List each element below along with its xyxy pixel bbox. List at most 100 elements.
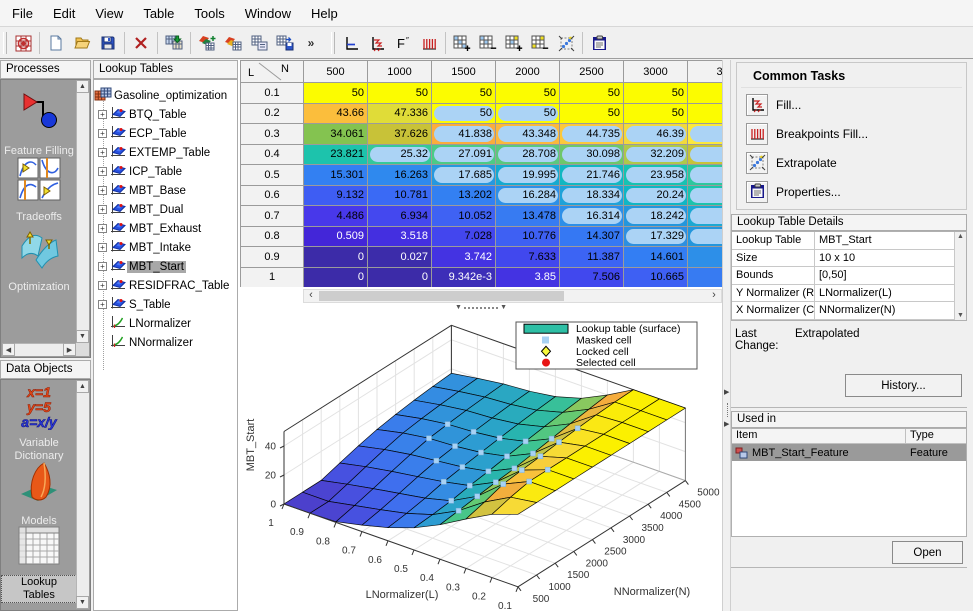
tree-item-mbt_base[interactable]: +MBT_Base xyxy=(94,181,237,200)
scroll-down-icon[interactable]: ▼ xyxy=(76,596,89,609)
table-cell[interactable]: 7.028 xyxy=(432,227,496,248)
table-export-icon[interactable] xyxy=(272,30,298,56)
open-button[interactable]: Open xyxy=(892,541,963,564)
table-cell[interactable]: 50 xyxy=(560,83,624,104)
menu-tools[interactable]: Tools xyxy=(184,2,234,25)
fill-axis-icon[interactable] xyxy=(364,30,390,56)
tree-item-s_table[interactable]: +S_Table xyxy=(94,295,237,314)
row-header-0.9[interactable]: 0.9 xyxy=(241,247,304,268)
table-cell[interactable] xyxy=(688,104,722,125)
open-icon[interactable] xyxy=(69,30,95,56)
column-header-2500[interactable]: 2500 xyxy=(560,61,624,83)
table-cell[interactable]: 3.518 xyxy=(368,227,432,248)
table-cell[interactable]: 23.958 xyxy=(624,165,688,186)
table-cell[interactable]: 43.348 xyxy=(496,124,560,145)
menu-window[interactable]: Window xyxy=(235,2,301,25)
table-cell[interactable]: 0.027 xyxy=(368,247,432,268)
column-header-1500[interactable]: 1500 xyxy=(432,61,496,83)
table-cell[interactable]: 50 xyxy=(496,83,560,104)
new-document-icon[interactable] xyxy=(43,30,69,56)
scroll-down-icon[interactable]: ▼ xyxy=(957,312,964,319)
table-cell[interactable]: 17.329 xyxy=(624,227,688,248)
table-cell[interactable]: 23.821 xyxy=(304,145,368,166)
table-cell[interactable]: 43.66 xyxy=(304,104,368,125)
scroll-right-icon[interactable]: ▶ xyxy=(63,343,76,356)
table-cell[interactable]: 32.209 xyxy=(624,145,688,166)
expand-icon[interactable]: + xyxy=(98,262,107,271)
sidebar-item-variable-dictionary[interactable]: x=1y=5a=x/yVariable Dictionary xyxy=(1,384,77,464)
table-cell[interactable]: 13.478 xyxy=(496,206,560,227)
function-icon[interactable]: F″ xyxy=(390,30,416,56)
fill-table-icon[interactable] xyxy=(220,30,246,56)
task-breakpoints-fill[interactable]: Breakpoints Fill... xyxy=(737,119,966,148)
collapse-right-icon[interactable]: ▶ xyxy=(724,420,729,428)
table-cell[interactable]: 50 xyxy=(368,83,432,104)
table-cell[interactable]: 18.334 xyxy=(560,186,624,207)
table-copy-icon[interactable] xyxy=(246,30,272,56)
task-fill[interactable]: Fill... xyxy=(737,90,966,119)
expand-icon[interactable]: + xyxy=(98,129,107,138)
expand-icon[interactable]: + xyxy=(98,224,107,233)
remove-mask-icon[interactable] xyxy=(475,30,501,56)
sidebar-item-feature-filling[interactable]: Feature Filling xyxy=(1,88,77,159)
remove-lock-icon[interactable] xyxy=(527,30,553,56)
table-cell[interactable]: 37.626 xyxy=(368,124,432,145)
toolbar-grip[interactable] xyxy=(3,32,7,54)
expand-icon[interactable]: + xyxy=(98,110,107,119)
table-cell[interactable]: 28.708 xyxy=(496,145,560,166)
table-cell[interactable]: 46.39 xyxy=(624,124,688,145)
breakpoints-icon[interactable] xyxy=(416,30,442,56)
tree-item-ecp_table[interactable]: +ECP_Table xyxy=(94,124,237,143)
tree-item-residfrac_table[interactable]: +RESIDFRAC_Table xyxy=(94,276,237,295)
task-extrapolate[interactable]: Extrapolate xyxy=(737,148,966,177)
table-cell[interactable]: 27.091 xyxy=(432,145,496,166)
import-data-icon[interactable] xyxy=(161,30,187,56)
table-cell[interactable]: 47.336 xyxy=(368,104,432,125)
extrapolate-icon[interactable] xyxy=(553,30,579,56)
table-cell[interactable]: 50 xyxy=(432,104,496,125)
collapse-right-icon[interactable]: ▶ xyxy=(724,388,729,396)
sidebar-item-tradeoffs[interactable]: Tradeoffs xyxy=(1,156,77,225)
table-cell[interactable] xyxy=(688,268,722,288)
menu-view[interactable]: View xyxy=(85,2,133,25)
table-cell[interactable]: 50 xyxy=(624,104,688,125)
table-cell[interactable]: 50 xyxy=(496,104,560,125)
table-cell[interactable]: 50 xyxy=(560,104,624,125)
table-cell[interactable]: 14.601 xyxy=(624,247,688,268)
sidebar-item-lookup-tables[interactable]: Lookup Tables xyxy=(1,522,77,603)
column-header-2000[interactable]: 2000 xyxy=(496,61,560,83)
table-cell[interactable]: 18.242 xyxy=(624,206,688,227)
table-cell[interactable]: 50 xyxy=(432,83,496,104)
row-header-0.4[interactable]: 0.4 xyxy=(241,145,304,166)
table-cell[interactable]: 3.742 xyxy=(432,247,496,268)
table-cell[interactable]: 3.85 xyxy=(496,268,560,288)
history-button[interactable]: History... xyxy=(845,374,962,397)
cage-icon[interactable] xyxy=(10,30,36,56)
add-mask-icon[interactable] xyxy=(449,30,475,56)
scroll-left-icon[interactable]: ◀ xyxy=(2,343,15,356)
overflow-icon[interactable]: » xyxy=(298,30,324,56)
toolbar-grip[interactable] xyxy=(331,32,335,54)
table-cell[interactable]: 19.995 xyxy=(496,165,560,186)
scroll-up-icon[interactable]: ▲ xyxy=(76,80,89,93)
table-horizontal-scrollbar[interactable]: ‹ › xyxy=(303,289,722,303)
expand-icon[interactable]: + xyxy=(98,205,107,214)
row-header-0.1[interactable]: 0.1 xyxy=(241,83,304,104)
table-cell[interactable] xyxy=(688,186,722,207)
table-cell[interactable]: 13.202 xyxy=(432,186,496,207)
scroll-up-icon[interactable]: ▲ xyxy=(76,380,89,393)
expand-icon[interactable]: + xyxy=(98,148,107,157)
table-cell[interactable]: 0 xyxy=(368,268,432,288)
column-header-3000[interactable]: 3000 xyxy=(624,61,688,83)
sidebar-item-models[interactable]: Models xyxy=(1,460,77,529)
delete-icon[interactable] xyxy=(128,30,154,56)
table-cell[interactable]: 14.307 xyxy=(560,227,624,248)
column-header-500[interactable]: 500 xyxy=(304,61,368,83)
used-in-row[interactable]: MBT_Start_FeatureFeature xyxy=(732,444,966,461)
tree-item-mbt_intake[interactable]: +MBT_Intake xyxy=(94,238,237,257)
row-header-0.2[interactable]: 0.2 xyxy=(241,104,304,125)
table-cell[interactable]: 16.284 xyxy=(496,186,560,207)
column-header-1000[interactable]: 1000 xyxy=(368,61,432,83)
menu-help[interactable]: Help xyxy=(301,2,348,25)
table-cell[interactable] xyxy=(688,165,722,186)
